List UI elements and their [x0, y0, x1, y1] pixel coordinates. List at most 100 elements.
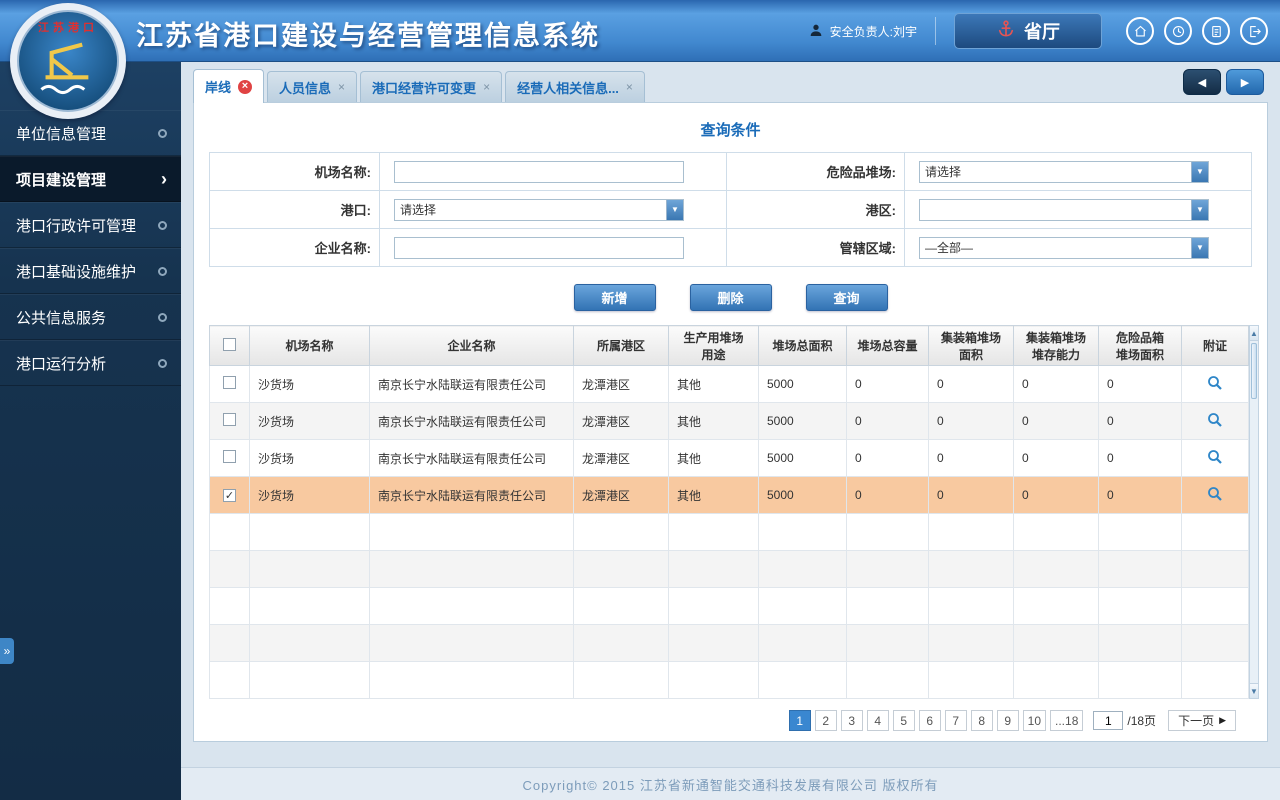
chevron-right-icon: › — [161, 169, 167, 189]
airport-name-input[interactable] — [394, 160, 684, 183]
next-arrow-icon: ▶ — [1219, 715, 1226, 725]
footer: Copyright© 2015 江苏省新通智能交通科技发展有限公司 版权所有 — [181, 767, 1280, 800]
column-header: 集装箱堆场 面积 — [928, 325, 1014, 366]
port-area-select[interactable]: ▼ — [919, 198, 1209, 221]
header-divider — [935, 17, 936, 45]
logo-text: 江苏港口 — [38, 22, 98, 34]
page-button[interactable]: 2 — [814, 710, 837, 731]
tab-license-change[interactable]: 港口经营许可变更 × — [360, 71, 503, 102]
nav-forward-button[interactable]: ▶ — [1226, 69, 1264, 95]
scroll-up-icon[interactable]: ▲ — [1250, 326, 1258, 341]
page-button[interactable]: 8 — [970, 710, 993, 731]
tab-shoreline[interactable]: 岸线 × — [193, 69, 265, 103]
tab-bar: 岸线 × 人员信息 × 港口经营许可变更 × 经营人相关信息... × — [193, 62, 648, 103]
sidebar: 单位信息管理 项目建设管理 › 港口行政许可管理 港口基础设施维护 公共信息服务… — [0, 62, 181, 800]
home-icon[interactable] — [1126, 17, 1154, 45]
dropdown-arrow-icon[interactable]: ▼ — [1191, 199, 1208, 220]
sidebar-item-label: 公共信息服务 — [16, 309, 107, 327]
port-select[interactable]: 请选择 ▼ — [394, 198, 684, 221]
page-button[interactable]: 7 — [944, 710, 967, 731]
close-tab-icon[interactable]: × — [483, 80, 490, 94]
results-table-area: 机场名称 企业名称 所属港区 生产用堆场 用途 堆场总面积 堆场总容量 集装箱堆… — [209, 325, 1259, 699]
page-button[interactable]: 5 — [892, 710, 915, 731]
table-row[interactable]: 沙货场 南京长宁水陆联运有限责任公司 龙潭港区 其他 5000 0 0 0 0 — [209, 439, 1249, 477]
sidebar-item-label: 项目建设管理 — [16, 171, 107, 189]
search-button[interactable]: 查询 — [805, 284, 888, 311]
document-icon[interactable] — [1202, 17, 1230, 45]
empty-row — [209, 550, 1249, 588]
column-header: 生产用堆场 用途 — [668, 325, 759, 366]
magnifier-icon[interactable] — [1206, 375, 1224, 395]
dropdown-arrow-icon[interactable]: ▼ — [666, 199, 683, 220]
page-button[interactable]: 3 — [840, 710, 863, 731]
field-label: 危险品堆场: — [726, 152, 905, 191]
field-label: 企业名称: — [209, 228, 380, 267]
province-button[interactable]: 省厅 — [954, 13, 1102, 49]
anchor-icon — [996, 19, 1016, 44]
tab-operator-info[interactable]: 经营人相关信息... × — [505, 71, 645, 102]
scrollbar-thumb[interactable] — [1251, 343, 1257, 399]
column-header: 所属港区 — [573, 325, 669, 366]
sidebar-item-label: 单位信息管理 — [16, 125, 107, 143]
dropdown-arrow-icon[interactable]: ▼ — [1191, 237, 1208, 258]
column-header: 机场名称 — [249, 325, 370, 366]
table-row[interactable]: 沙货场 南京长宁水陆联运有限责任公司 龙潭港区 其他 5000 0 0 0 0 — [209, 365, 1249, 403]
page-button[interactable]: 9 — [996, 710, 1019, 731]
sidebar-item-unit-info[interactable]: 单位信息管理 — [0, 110, 181, 156]
close-tab-icon[interactable]: × — [626, 80, 633, 94]
delete-button[interactable]: 删除 — [689, 284, 772, 311]
logout-icon[interactable] — [1240, 17, 1268, 45]
clock-icon[interactable] — [1164, 17, 1192, 45]
sidebar-item-port-analysis[interactable]: 港口运行分析 — [0, 340, 181, 386]
column-header: 堆场总面积 — [758, 325, 847, 366]
sidebar-item-port-admin-license[interactable]: 港口行政许可管理 — [0, 202, 181, 248]
circle-indicator-icon — [158, 266, 167, 276]
next-page-button[interactable]: 下一页 ▶ — [1168, 710, 1236, 731]
table-row[interactable]: 沙货场 南京长宁水陆联运有限责任公司 龙潭港区 其他 5000 0 0 0 0 — [209, 402, 1249, 440]
table-scrollbar[interactable]: ▲ ▼ — [1249, 325, 1259, 699]
row-checkbox[interactable] — [223, 413, 236, 426]
magnifier-icon[interactable] — [1206, 412, 1224, 432]
row-checkbox-checked[interactable]: ✓ — [223, 489, 236, 502]
magnifier-icon[interactable] — [1206, 486, 1224, 506]
field-label: 机场名称: — [209, 152, 380, 191]
circle-indicator-icon — [158, 128, 167, 138]
nav-back-button[interactable]: ◀ — [1183, 69, 1221, 95]
app-logo: 江苏港口 — [10, 3, 126, 119]
row-checkbox[interactable] — [223, 450, 236, 463]
content-panel: 查询条件 机场名称: 危险品堆场: 请选择 ▼ 港口: 请选择 ▼ 港区: ▼ … — [193, 102, 1268, 742]
enterprise-name-input[interactable] — [394, 236, 684, 259]
table-header-row: 机场名称 企业名称 所属港区 生产用堆场 用途 堆场总面积 堆场总容量 集装箱堆… — [209, 325, 1249, 366]
close-tab-icon[interactable]: × — [238, 79, 253, 94]
page-button-ellipsis[interactable]: ...18 — [1050, 710, 1084, 731]
sidebar-collapse-toggle[interactable]: » — [0, 638, 14, 664]
user-info: 安全负责人:刘宇 — [808, 22, 917, 41]
tab-personnel[interactable]: 人员信息 × — [267, 71, 358, 102]
close-tab-icon[interactable]: × — [338, 80, 345, 94]
empty-row — [209, 661, 1249, 699]
select-all-checkbox[interactable] — [223, 337, 236, 351]
page-button[interactable]: 10 — [1022, 710, 1047, 731]
page-button[interactable]: 6 — [918, 710, 941, 731]
table-row-selected[interactable]: ✓ 沙货场 南京长宁水陆联运有限责任公司 龙潭港区 其他 5000 0 0 0 … — [209, 476, 1249, 514]
hazard-yard-select[interactable]: 请选择 ▼ — [919, 160, 1209, 183]
circle-indicator-icon — [158, 358, 167, 368]
sidebar-item-port-infrastructure[interactable]: 港口基础设施维护 — [0, 248, 181, 294]
page-input[interactable] — [1093, 711, 1124, 730]
jurisdiction-select[interactable]: —全部— ▼ — [919, 236, 1209, 259]
page-button[interactable]: 1 — [788, 710, 811, 731]
query-form: 机场名称: 危险品堆场: 请选择 ▼ 港口: 请选择 ▼ 港区: ▼ 企业名称:… — [209, 152, 1252, 267]
user-label: 安全负责人:刘宇 — [829, 24, 917, 39]
sidebar-item-project-construction[interactable]: 项目建设管理 › — [0, 156, 181, 202]
column-header: 危险品箱 堆场面积 — [1098, 325, 1182, 366]
add-button[interactable]: 新增 — [573, 284, 656, 311]
page-button[interactable]: 4 — [866, 710, 889, 731]
page-total-label: /18页 — [1127, 714, 1157, 728]
magnifier-icon[interactable] — [1206, 449, 1224, 469]
sidebar-item-public-info[interactable]: 公共信息服务 — [0, 294, 181, 340]
scroll-down-icon[interactable]: ▼ — [1250, 683, 1258, 698]
dropdown-arrow-icon[interactable]: ▼ — [1191, 161, 1208, 182]
column-header: 集装箱堆场 堆存能力 — [1013, 325, 1099, 366]
empty-row — [209, 587, 1249, 625]
row-checkbox[interactable] — [223, 376, 236, 389]
